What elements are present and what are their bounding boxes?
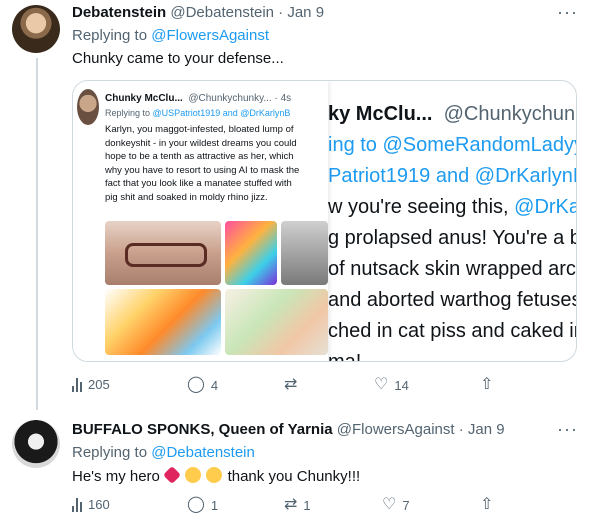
smiling-hearts-emoji-icon <box>185 467 202 483</box>
tweet2-separator: · <box>458 421 464 438</box>
zoom-line-5: g prolapsed anus! You're a b <box>328 227 577 249</box>
inner-body-line: hope to be a tenth as attractive as her,… <box>105 151 294 162</box>
inner-tweet-header: Chunky McClu... @Chunkychunky... · 4s <box>105 93 291 104</box>
inner-avatar <box>77 89 99 125</box>
inner-tweet-body: Karlyn, you maggot-infested, bloated lum… <box>105 123 325 204</box>
tweet2-action-bar: 160 ◯ 1 ⇄ 1 ♡ 7 ⇧ <box>72 497 502 517</box>
inner-replying-to: Replying to @USPatriot1919 and @DrKarlyn… <box>105 108 325 118</box>
tweet2-author-handle[interactable]: @FlowersAgainst <box>337 421 455 438</box>
grinning-squint-emoji-icon <box>206 467 223 483</box>
heart-icon: ♡ <box>374 376 389 393</box>
inner-photo-grey-portrait <box>281 221 328 285</box>
tweet1-action-bar: 205 ◯ 4 ⇄ ♡ 14 ⇧ <box>72 377 502 397</box>
tweet1-replying-to-link[interactable]: @FlowersAgainst <box>151 27 269 44</box>
heart-emoji-icon <box>163 465 182 485</box>
inner-separator: · <box>274 93 278 104</box>
bar-chart-icon <box>72 497 82 512</box>
inner-body-line: donkeyshit - in your wildest dreams you … <box>105 137 297 149</box>
tweet1-replying-to: Replying to @FlowersAgainst <box>72 27 269 44</box>
zoom-name: ky McClu... <box>328 103 433 125</box>
tweet1-like-count: 14 <box>394 377 409 393</box>
tweet2-reply-count: 1 <box>210 497 219 513</box>
inner-body-line: fact that you look like a manatee stuffe… <box>105 178 292 189</box>
tweet2-author-name[interactable]: BUFFALO SPONKS, Queen of Yarnia <box>72 421 333 438</box>
zoom-line-3: Patriot1919 and @DrKarlynB <box>328 165 577 187</box>
tweet2-replying-to: Replying to @Debatenstein <box>72 444 255 461</box>
zoomed-screenshot-text: ky McClu... @Chunkychunk ing to @SomeRan… <box>328 99 577 362</box>
zoom-line-6: of nutsack skin wrapped arc <box>328 258 576 280</box>
tweet1-embedded-image[interactable]: ky McClu... @Chunkychunk ing to @SomeRan… <box>72 80 577 362</box>
tweet1-separator: · <box>278 4 284 21</box>
tweet1-header: Debatenstein @Debatenstein · Jan 9 <box>72 4 324 21</box>
inner-photo-drawing-1 <box>105 289 221 355</box>
tweet2-text: He's my hero thank you Chunky!!! <box>72 465 361 485</box>
inner-reply-prefix: Replying to <box>105 108 151 118</box>
zoom-line-8: ched in cat piss and caked in <box>328 320 577 342</box>
tweet1-share-button[interactable]: ⇧ <box>480 377 493 393</box>
avatar-debatenstein[interactable] <box>12 5 60 53</box>
tweet2-views-count: 160 <box>88 497 110 512</box>
inner-photo-glasses-face <box>105 221 221 285</box>
tweet1-author-name[interactable]: Debatenstein <box>72 4 166 21</box>
inner-author-name: Chunky McClu... <box>105 93 183 104</box>
inner-author-handle: @Chunkychunky... <box>188 93 272 104</box>
tweet1-views-count: 205 <box>88 377 110 392</box>
inner-body-line: pig shit and soaked in moldy rhino jizz. <box>105 191 268 203</box>
tweet2-retweet-button[interactable]: ⇄ 1 <box>284 497 311 513</box>
tweet1-reply-count: 4 <box>210 377 219 393</box>
retweet-icon: ⇄ <box>284 496 298 513</box>
retweet-icon: ⇄ <box>284 376 298 393</box>
speech-bubble-icon: ◯ <box>187 496 205 513</box>
tweet1-retweet-button[interactable]: ⇄ <box>284 377 303 393</box>
tweet2-share-button[interactable]: ⇧ <box>480 497 493 513</box>
inner-body-line: Karlyn, you maggot-infested, bloated lum… <box>105 124 294 135</box>
inner-photo-drawing-2 <box>225 289 328 355</box>
inner-body-line: why you have to resort to using AI to ma… <box>105 164 300 176</box>
tweet2-replying-prefix: Replying to <box>72 444 148 461</box>
tweet1-more-options-icon[interactable]: ··· <box>557 2 578 23</box>
tweet1-text: Chunky came to your defense... <box>72 50 284 67</box>
tweet1-replying-prefix: Replying to <box>72 27 148 44</box>
bar-chart-icon <box>72 377 82 392</box>
tweet2-text-suffix: thank you Chunky!!! <box>227 468 361 485</box>
zoom-handle: @Chunkychunk <box>443 103 577 125</box>
zoom-line-9: ma! <box>328 351 362 362</box>
tweet1-author-handle[interactable]: @Debatenstein <box>170 4 274 21</box>
share-icon: ⇧ <box>480 496 494 513</box>
thread-connector-line <box>36 58 38 410</box>
tweet1-like-button[interactable]: ♡ 14 <box>374 377 409 393</box>
tweet2-more-options-icon[interactable]: ··· <box>557 419 578 440</box>
heart-icon: ♡ <box>382 496 397 513</box>
inner-time: 4s <box>280 93 292 104</box>
tweet2-like-button[interactable]: ♡ 7 <box>382 497 410 513</box>
zoom-line-7: and aborted warthog fetuses <box>328 289 577 311</box>
tweet2-date[interactable]: Jan 9 <box>468 421 505 438</box>
tweet2-text-prefix: He's my hero <box>72 468 160 485</box>
tweet2-replying-to-link[interactable]: @Debatenstein <box>151 444 255 461</box>
share-icon: ⇧ <box>480 376 494 393</box>
tweet2-retweet-count: 1 <box>303 497 311 513</box>
inner-reply-to: @USPatriot1919 and @DrKarlynB <box>152 108 291 118</box>
inner-tweet-screenshot: Chunky McClu... @Chunkychunky... · 4s Re… <box>73 81 328 361</box>
tweet2-reply-button[interactable]: ◯ 1 <box>187 497 218 513</box>
inner-photo-colorful-portrait <box>225 221 277 285</box>
tweet2-views-button[interactable]: 160 <box>72 497 110 512</box>
zoom-line-2: ing to @SomeRandomLadyy <box>328 134 577 156</box>
zoom-line-4b: @DrKarl <box>514 196 576 218</box>
tweet1-reply-button[interactable]: ◯ 4 <box>187 377 218 393</box>
zoom-line-4a: w you're seeing this, <box>328 196 515 218</box>
tweet1-date[interactable]: Jan 9 <box>287 4 324 21</box>
tweet2-like-count: 7 <box>402 497 410 513</box>
tweet1-views-button[interactable]: 205 <box>72 377 110 392</box>
tweet2-header: BUFFALO SPONKS, Queen of Yarnia @Flowers… <box>72 421 505 438</box>
avatar-flowersagainst[interactable] <box>12 420 60 468</box>
speech-bubble-icon: ◯ <box>187 376 205 393</box>
